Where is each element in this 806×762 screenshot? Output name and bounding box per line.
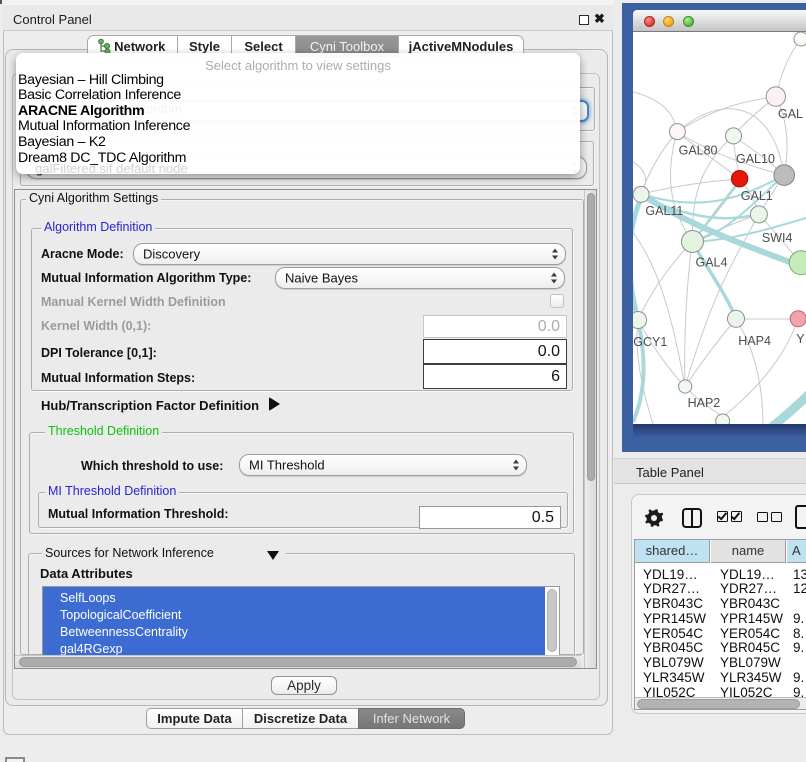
- svg-text:GAL10: GAL10: [736, 152, 775, 166]
- svg-text:HAP4: HAP4: [738, 334, 771, 348]
- svg-text:GAL80: GAL80: [679, 143, 718, 157]
- svg-text:HAP2: HAP2: [688, 396, 721, 410]
- svg-text:SWI4: SWI4: [762, 231, 793, 245]
- svg-text:GAL4: GAL4: [696, 255, 728, 269]
- svg-text:GAL11: GAL11: [645, 204, 683, 218]
- svg-text:GAL: GAL: [778, 107, 803, 121]
- svg-text:GCY1: GCY1: [633, 335, 667, 349]
- svg-text:GAL1: GAL1: [741, 189, 773, 203]
- svg-text:Y: Y: [796, 332, 805, 346]
